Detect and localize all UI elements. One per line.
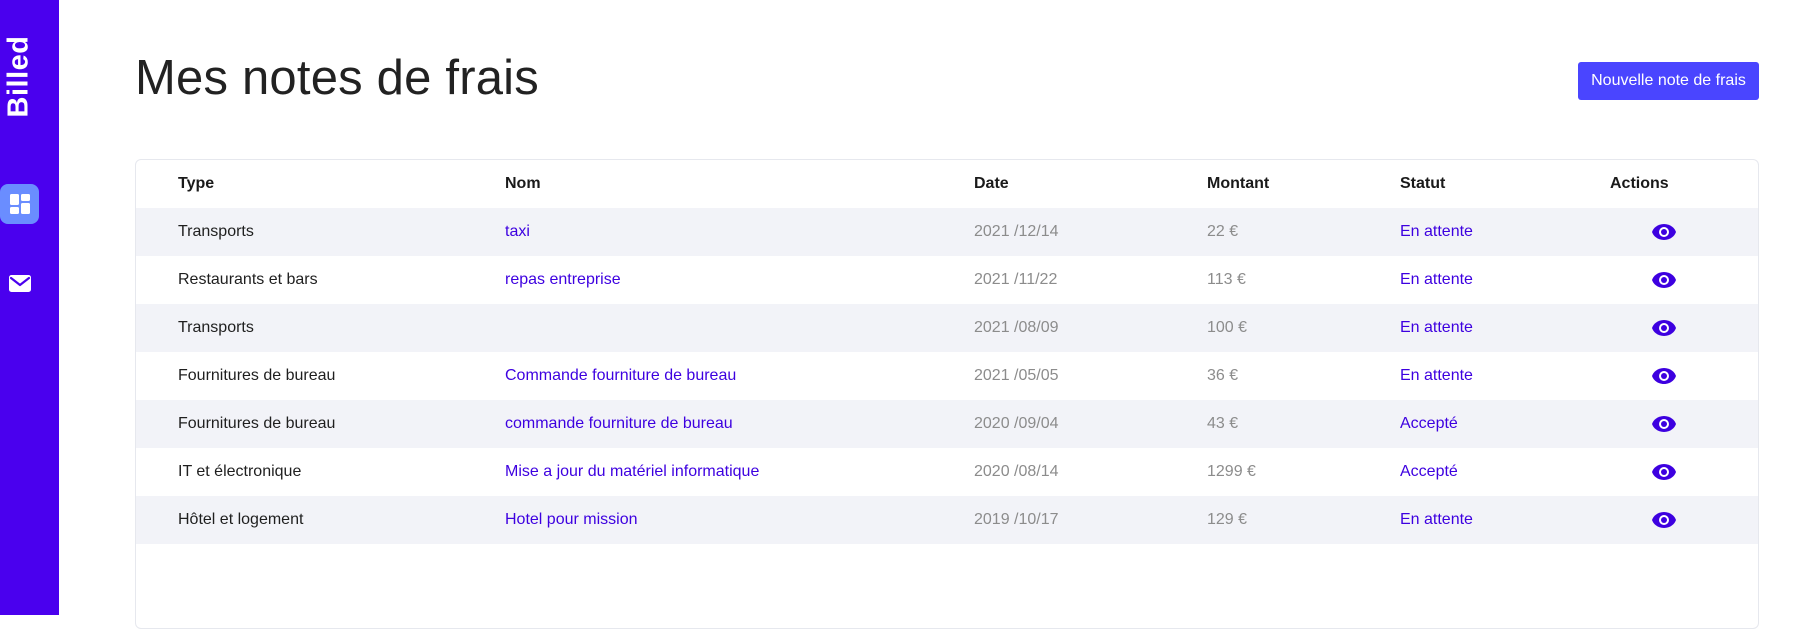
cell-date: 2021 /11/22 (974, 271, 1058, 288)
view-bill-button[interactable] (1651, 400, 1677, 448)
expenses-table: Type Nom Date Montant Statut Actions Tra… (135, 159, 1759, 629)
column-header-statut: Statut (1400, 175, 1446, 192)
cell-nom: Mise a jour du matériel informatique (505, 463, 760, 480)
cell-type: Hôtel et logement (178, 511, 304, 528)
cell-date: 2020 /08/14 (974, 463, 1059, 480)
table-row: Transports taxi 2021 /12/14 22 € En atte… (136, 208, 1758, 256)
view-bill-button[interactable] (1651, 496, 1677, 544)
cell-statut: En attente (1400, 319, 1473, 336)
sidebar: Billed (0, 0, 59, 615)
cell-statut: En attente (1400, 511, 1473, 528)
cell-type: Transports (178, 319, 254, 336)
cell-statut: En attente (1400, 223, 1473, 240)
eye-icon (1652, 464, 1676, 480)
cell-nom: taxi (505, 223, 530, 240)
cell-type: IT et électronique (178, 463, 302, 480)
table-row: IT et électronique Mise a jour du matéri… (136, 448, 1758, 496)
table-row: Restaurants et bars repas entreprise 202… (136, 256, 1758, 304)
cell-type: Transports (178, 223, 254, 240)
cell-nom: repas entreprise (505, 271, 621, 288)
cell-nom: Hotel pour mission (505, 511, 638, 528)
cell-date: 2021 /05/05 (974, 367, 1059, 384)
column-header-nom: Nom (505, 175, 541, 192)
cell-montant: 1299 € (1207, 463, 1256, 480)
table-row: Transports 2021 /08/09 100 € En attente (136, 304, 1758, 352)
table-header: Type Nom Date Montant Statut Actions (136, 160, 1758, 208)
cell-date: 2021 /08/09 (974, 319, 1059, 336)
new-expense-button[interactable]: Nouvelle note de frais (1578, 62, 1759, 100)
cell-nom: commande fourniture de bureau (505, 415, 733, 432)
eye-icon (1652, 512, 1676, 528)
cell-date: 2019 /10/17 (974, 511, 1059, 528)
dashboard-icon (9, 194, 30, 214)
cell-type: Fournitures de bureau (178, 415, 336, 432)
eye-icon (1652, 368, 1676, 384)
cell-statut: Accepté (1400, 463, 1458, 480)
cell-montant: 100 € (1207, 319, 1248, 336)
cell-nom: Commande fourniture de bureau (505, 367, 737, 384)
cell-statut: En attente (1400, 271, 1473, 288)
brand-logo: Billed (3, 34, 35, 118)
mail-icon (8, 274, 31, 292)
cell-montant: 113 € (1207, 271, 1246, 288)
column-header-actions: Actions (1610, 175, 1669, 192)
column-header-montant: Montant (1207, 175, 1270, 192)
view-bill-button[interactable] (1651, 352, 1677, 400)
cell-montant: 129 € (1207, 511, 1248, 528)
eye-icon (1652, 320, 1676, 336)
cell-montant: 22 € (1207, 223, 1239, 240)
view-bill-button[interactable] (1651, 304, 1677, 352)
brand-name: Billed (2, 35, 35, 117)
view-bill-button[interactable] (1651, 208, 1677, 256)
view-bill-button[interactable] (1651, 256, 1677, 304)
cell-statut: Accepté (1400, 415, 1458, 432)
eye-icon (1652, 224, 1676, 240)
view-bill-button[interactable] (1651, 448, 1677, 496)
table-row: Fournitures de bureau Commande fournitur… (136, 352, 1758, 400)
cell-type: Fournitures de bureau (178, 367, 336, 384)
column-header-date: Date (974, 175, 1009, 192)
cell-type: Restaurants et bars (178, 271, 318, 288)
eye-icon (1652, 272, 1676, 288)
sidebar-item-mail[interactable] (0, 263, 39, 303)
eye-icon (1652, 416, 1676, 432)
cell-montant: 43 € (1207, 415, 1239, 432)
table-row: Fournitures de bureau commande fournitur… (136, 400, 1758, 448)
cell-statut: En attente (1400, 367, 1473, 384)
sidebar-item-dashboard[interactable] (0, 184, 39, 224)
column-header-type: Type (178, 175, 215, 192)
cell-date: 2020 /09/04 (974, 415, 1059, 432)
cell-montant: 36 € (1207, 367, 1239, 384)
table-row: Hôtel et logement Hotel pour mission 201… (136, 496, 1758, 544)
cell-date: 2021 /12/14 (974, 223, 1059, 240)
page-title: Mes notes de frais (135, 51, 539, 105)
